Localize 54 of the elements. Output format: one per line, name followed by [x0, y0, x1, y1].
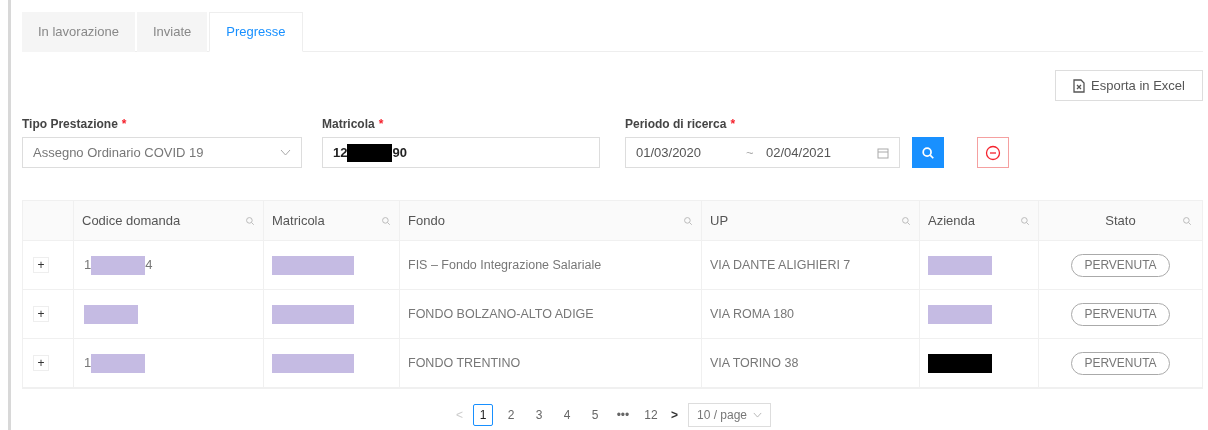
search-icon: [921, 145, 935, 160]
reset-button[interactable]: [977, 137, 1009, 168]
minus-circle-icon: [985, 144, 1001, 161]
cell-text: VIA ROMA 180: [710, 305, 795, 323]
search-icon[interactable]: [901, 215, 911, 226]
search-icon[interactable]: [1182, 215, 1192, 226]
page-button[interactable]: 12: [640, 404, 661, 426]
page-size-select[interactable]: 10 / page: [688, 403, 772, 427]
export-button[interactable]: Esporta in Excel: [1055, 70, 1203, 101]
column-header: UP: [710, 211, 729, 230]
expand-button[interactable]: +: [33, 306, 49, 322]
page-button[interactable]: •••: [612, 404, 633, 426]
column-header: Fondo: [408, 211, 445, 230]
cell-text: FIS – Fondo Integrazione Salariale: [408, 256, 602, 274]
chevron-icon: [280, 149, 291, 156]
chevron-icon: [753, 412, 763, 418]
page-button[interactable]: 1: [472, 404, 493, 426]
cell-text: 4: [145, 256, 153, 275]
tab[interactable]: Pregresse: [209, 12, 303, 52]
required-mark: *: [121, 116, 127, 133]
page-button[interactable]: 4: [556, 404, 577, 426]
expand-button[interactable]: +: [33, 257, 49, 273]
page-button[interactable]: 2: [500, 404, 521, 426]
column-header: Codice domanda: [82, 211, 181, 230]
type-select[interactable]: Assegno Ordinario COVID 19: [22, 137, 302, 168]
column-header: Azienda: [928, 211, 975, 230]
required-mark: *: [378, 116, 384, 133]
cell-text: 1: [84, 354, 92, 373]
calendar-icon: [877, 146, 889, 159]
page-button[interactable]: 5: [584, 404, 605, 426]
page-button[interactable]: 3: [528, 404, 549, 426]
search-icon[interactable]: [245, 215, 255, 226]
field-label: Matricola: [322, 116, 375, 133]
cell-text: 1: [84, 256, 92, 275]
search-icon[interactable]: [1020, 215, 1030, 226]
next-page-button[interactable]: >: [668, 406, 680, 424]
field-label: Tipo Prestazione: [22, 116, 118, 133]
expand-button[interactable]: +: [33, 355, 49, 371]
search-icon[interactable]: [683, 215, 693, 226]
search-icon[interactable]: [381, 215, 391, 226]
tab[interactable]: In lavorazione: [22, 12, 135, 52]
search-button[interactable]: [912, 137, 944, 168]
cell-text: VIA DANTE ALIGHIERI 7: [710, 256, 851, 274]
cell-text: FONDO TRENTINO: [408, 354, 521, 372]
field-label: Periodo di ricerca: [625, 116, 727, 133]
date-range-field[interactable]: 01/03/2020 ~ 02/04/2021: [625, 137, 900, 168]
input-field[interactable]: 12 90: [322, 137, 600, 168]
required-mark: *: [730, 116, 736, 133]
cell-text: FONDO BOLZANO-ALTO ADIGE: [408, 305, 594, 323]
tab[interactable]: Inviate: [136, 12, 208, 52]
column-header: Stato: [1105, 211, 1136, 230]
document-icon: [1073, 78, 1086, 93]
cell-text: VIA TORINO 38: [710, 354, 799, 372]
column-header: Matricola: [272, 211, 325, 230]
